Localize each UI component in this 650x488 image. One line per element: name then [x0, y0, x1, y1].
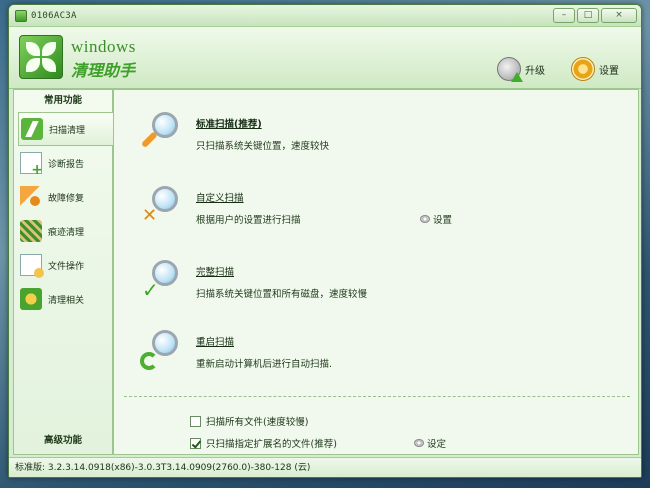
custom-scan-settings-label: 设置: [433, 215, 453, 226]
maximize-button[interactable]: □: [577, 8, 599, 23]
standard-scan-option[interactable]: 标准扫描(推荐) 只扫描系统关键位置，速度较快: [140, 108, 540, 158]
leaf-shape: [42, 42, 56, 56]
custom-scan-link[interactable]: 自定义扫描: [196, 190, 244, 204]
upgrade-label: 升级: [525, 65, 545, 77]
reboot-scan-link[interactable]: 重启扫描: [196, 334, 234, 348]
sidebar-item-label: 扫描清理: [49, 125, 86, 136]
app-header: windows 清理助手 升级 设置: [9, 27, 641, 89]
sidebar-section-advanced[interactable]: 高级功能: [14, 430, 112, 452]
divider: [124, 396, 630, 397]
app-icon: [15, 10, 27, 22]
scan-all-files-checkbox-row[interactable]: 扫描所有文件(速度较慢): [190, 414, 308, 428]
standard-scan-link[interactable]: 标准扫描(推荐): [196, 116, 262, 130]
magnifier-check-icon: ✓: [140, 260, 180, 302]
sidebar-item-label: 诊断报告: [48, 159, 85, 170]
logo-subtitle: 清理助手: [71, 61, 136, 80]
scan-all-files-label: 扫描所有文件(速度较慢): [206, 417, 309, 428]
settings-label: 设置: [599, 65, 619, 77]
sidebar-item-label: 文件操作: [48, 261, 85, 272]
scan-ext-files-checkbox[interactable]: [190, 437, 201, 449]
sidebar-item-label: 痕迹清理: [48, 227, 85, 238]
file-operation-icon: [20, 254, 44, 278]
upgrade-button[interactable]: 升级: [497, 55, 545, 83]
sidebar-item-clean-related[interactable]: 清理相关: [18, 282, 108, 316]
minimize-button[interactable]: –: [553, 8, 575, 23]
logo-text: windows: [71, 37, 136, 56]
window-title: 0106AC3A: [31, 11, 77, 21]
settings-icon: [420, 215, 430, 223]
clean-related-icon: [20, 288, 42, 310]
scan-ext-files-label: 只扫描指定扩展名的文件(推荐): [206, 439, 337, 450]
ext-settings-label: 设定: [427, 439, 447, 450]
settings-button[interactable]: 设置: [571, 55, 619, 83]
sidebar-section-common: 常用功能: [43, 95, 82, 106]
leaf-shape: [26, 42, 40, 56]
scan-all-files-checkbox[interactable]: [190, 415, 201, 427]
magnifier-tools-icon: ✕: [140, 186, 180, 226]
title-bar[interactable]: 0106AC3A – □ ×: [9, 5, 641, 27]
status-bar: 标准版: 3.2.3.14.0918(x86)-3.0.3T3.14.0909(…: [9, 457, 641, 477]
sidebar-item-trace-clean[interactable]: 痕迹清理: [18, 214, 108, 248]
full-scan-desc: 扫描系统关键位置和所有磁盘，速度较慢: [196, 289, 368, 300]
main-window: 0106AC3A – □ × windows 清理助手 升级 设置 常用功能 扫…: [8, 4, 642, 478]
scan-options-panel: 标准扫描(推荐) 只扫描系统关键位置，速度较快 ✕ 自定义扫描 根据用户的设置进…: [113, 89, 639, 455]
upgrade-icon: [497, 57, 523, 82]
sidebar-item-label: 故障修复: [48, 193, 85, 204]
sidebar-item-repair[interactable]: 故障修复: [18, 180, 108, 214]
settings-icon: [414, 439, 424, 447]
leaf-shape: [42, 58, 56, 72]
scan-ext-files-checkbox-row[interactable]: 只扫描指定扩展名的文件(推荐): [190, 436, 337, 450]
repair-icon: [20, 186, 42, 208]
sidebar-item-file-operation[interactable]: 文件操作: [18, 248, 108, 282]
standard-scan-desc: 只扫描系统关键位置，速度较快: [196, 141, 330, 152]
sidebar: 常用功能 扫描清理 诊断报告 故障修复 痕迹清理 文件操作 清理相关 高级功能: [13, 89, 114, 455]
full-scan-option[interactable]: ✓ 完整扫描 扫描系统关键位置和所有磁盘，速度较慢: [140, 256, 540, 306]
scan-clean-icon: [21, 118, 43, 140]
reboot-scan-option[interactable]: 重启扫描 重新启动计算机后进行自动扫描.: [140, 326, 540, 376]
magnifier-refresh-icon: [140, 330, 180, 370]
ext-settings-button[interactable]: 设定: [414, 436, 446, 450]
custom-scan-option[interactable]: ✕ 自定义扫描 根据用户的设置进行扫描 设置: [140, 182, 620, 232]
gear-icon: [571, 57, 595, 81]
sidebar-item-label: 清理相关: [48, 295, 85, 306]
custom-scan-settings-button[interactable]: 设置: [420, 212, 452, 226]
window-controls: – □ ×: [553, 8, 637, 24]
logo-leaf-icon: [19, 35, 63, 79]
custom-scan-desc: 根据用户的设置进行扫描: [196, 215, 301, 226]
trace-clean-icon: [20, 220, 42, 242]
sidebar-item-scan-clean[interactable]: 扫描清理: [18, 112, 114, 146]
full-scan-link[interactable]: 完整扫描: [196, 264, 234, 278]
reboot-scan-desc: 重新启动计算机后进行自动扫描.: [196, 359, 333, 370]
magnifier-icon: [140, 112, 180, 152]
diagnose-report-icon: [20, 152, 43, 178]
sidebar-item-diagnose-report[interactable]: 诊断报告: [18, 146, 108, 180]
leaf-shape: [26, 58, 40, 72]
close-button[interactable]: ×: [601, 8, 637, 23]
